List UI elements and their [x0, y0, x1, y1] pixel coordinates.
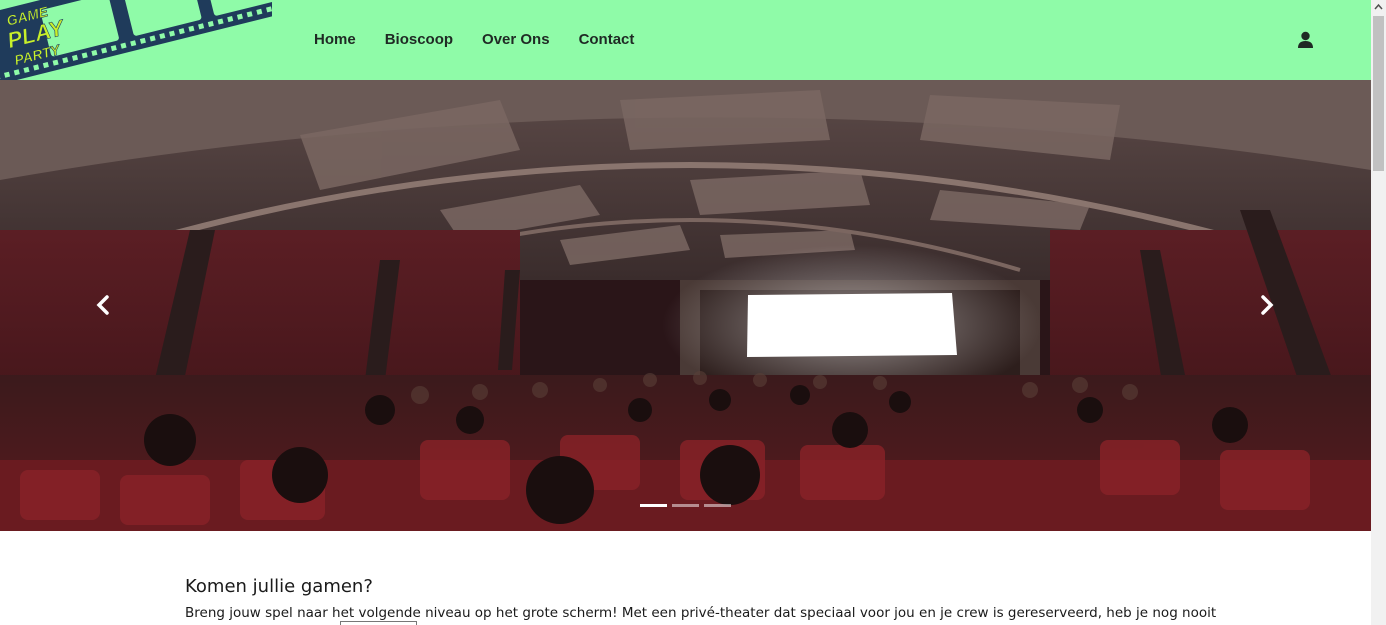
- chevron-right-icon: [1261, 295, 1274, 315]
- chevron-left-icon: [96, 295, 109, 315]
- intro-heading: Komen jullie gamen?: [185, 576, 373, 597]
- main-nav: Home Bioscoop Over Ons Contact: [314, 30, 663, 50]
- user-icon: [1298, 31, 1313, 48]
- carousel-indicators: [640, 504, 731, 507]
- page-scrollbar[interactable]: [1371, 0, 1386, 625]
- user-account-button[interactable]: [1297, 31, 1314, 49]
- scroll-up-button[interactable]: [1371, 0, 1386, 14]
- carousel-prev-button[interactable]: [88, 290, 118, 320]
- nav-bioscoop[interactable]: Bioscoop: [385, 30, 453, 50]
- carousel-indicator-2[interactable]: [672, 504, 699, 507]
- carousel-indicator-3[interactable]: [704, 504, 731, 507]
- scroll-thumb[interactable]: [1373, 16, 1384, 171]
- hero-carousel: [0, 80, 1371, 531]
- intro-section: Komen jullie gamen? Breng jouw spel naar…: [185, 576, 1217, 623]
- logo[interactable]: GAME PLAY PARTY: [0, 0, 272, 80]
- nav-contact[interactable]: Contact: [579, 30, 635, 50]
- nav-home[interactable]: Home: [314, 30, 356, 50]
- inline-button-partial[interactable]: [340, 621, 417, 625]
- cinema-hall-image: [0, 80, 1371, 531]
- nav-over-ons[interactable]: Over Ons: [482, 30, 550, 50]
- intro-text: Breng jouw spel naar het volgende niveau…: [185, 605, 1217, 621]
- carousel-next-button[interactable]: [1252, 290, 1282, 320]
- site-header: GAME PLAY PARTY Home Bioscoop Over Ons C…: [0, 0, 1371, 80]
- arrow-up-icon: [1374, 3, 1383, 10]
- film-strip-logo-icon: GAME PLAY PARTY: [0, 0, 272, 80]
- carousel-indicator-1[interactable]: [640, 504, 667, 507]
